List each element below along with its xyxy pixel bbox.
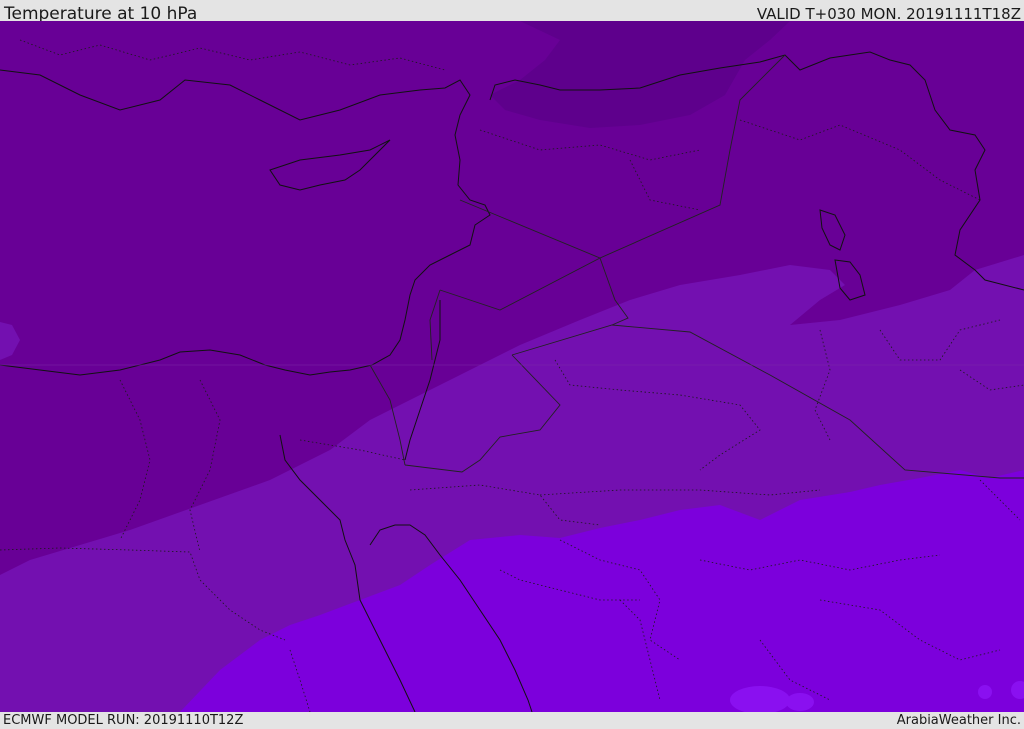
map-header: Temperature at 10 hPa VALID T+030 MON. 2…	[0, 0, 1024, 24]
map-footer: ECMWF MODEL RUN: 20191110T12Z ArabiaWeat…	[0, 712, 1024, 729]
band-lightest-3	[978, 685, 992, 699]
credit-label: ArabiaWeather Inc.	[896, 713, 1021, 728]
temperature-map[interactable]	[0, 21, 1024, 712]
model-run-label: ECMWF MODEL RUN: 20191110T12Z	[3, 713, 244, 728]
band-lightest-2	[786, 693, 814, 711]
map-canvas	[0, 21, 1024, 712]
